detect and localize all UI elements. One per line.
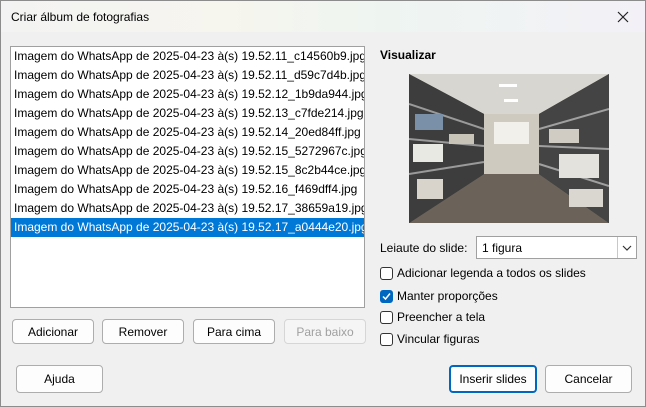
- file-list-item[interactable]: Imagem do WhatsApp de 2025-04-23 à(s) 19…: [11, 85, 364, 104]
- file-list-item[interactable]: Imagem do WhatsApp de 2025-04-23 à(s) 19…: [11, 66, 364, 85]
- preview-heading: Visualizar: [380, 48, 436, 62]
- caption-label: Adicionar legenda a todos os slides: [397, 266, 586, 280]
- close-button[interactable]: [609, 7, 637, 27]
- link-pictures-checkbox-row[interactable]: Vincular figuras: [380, 331, 480, 347]
- file-list[interactable]: Imagem do WhatsApp de 2025-04-23 à(s) 19…: [10, 46, 365, 308]
- dialog-title: Criar álbum de fotografias: [11, 10, 150, 24]
- caption-checkbox-row[interactable]: Adicionar legenda a todos os slides: [380, 265, 586, 281]
- move-down-button[interactable]: Para baixo: [284, 319, 366, 344]
- file-list-item[interactable]: Imagem do WhatsApp de 2025-04-23 à(s) 19…: [11, 199, 364, 218]
- remove-button[interactable]: Remover: [102, 319, 184, 344]
- title-bar: Criar álbum de fotografias: [1, 1, 645, 32]
- chevron-down-icon[interactable]: [617, 237, 636, 258]
- insert-slides-button[interactable]: Inserir slides: [449, 365, 537, 393]
- file-list-item[interactable]: Imagem do WhatsApp de 2025-04-23 à(s) 19…: [11, 104, 364, 123]
- fill-screen-label: Preencher a tela: [397, 310, 486, 324]
- warehouse-aisle-photo: [409, 74, 609, 223]
- keep-ratio-label: Manter proporções: [397, 289, 498, 303]
- link-pictures-checkbox[interactable]: [380, 332, 393, 346]
- fill-screen-checkbox[interactable]: [380, 310, 393, 324]
- add-button[interactable]: Adicionar: [12, 319, 94, 344]
- file-list-item[interactable]: Imagem do WhatsApp de 2025-04-23 à(s) 19…: [11, 180, 364, 199]
- preview-image: [409, 74, 609, 223]
- caption-checkbox[interactable]: [380, 266, 393, 280]
- checkmark-icon: [382, 292, 391, 300]
- link-pictures-label: Vincular figuras: [397, 332, 480, 346]
- move-up-button[interactable]: Para cima: [193, 319, 275, 344]
- file-list-item[interactable]: Imagem do WhatsApp de 2025-04-23 à(s) 19…: [11, 47, 364, 66]
- slide-layout-label: Leiaute do slide:: [380, 241, 468, 255]
- slide-layout-select[interactable]: 1 figura: [476, 236, 637, 259]
- file-list-item[interactable]: Imagem do WhatsApp de 2025-04-23 à(s) 19…: [11, 218, 364, 237]
- help-button[interactable]: Ajuda: [16, 365, 103, 393]
- keep-ratio-checkbox-row[interactable]: Manter proporções: [380, 288, 498, 304]
- slide-layout-value: 1 figura: [482, 241, 523, 255]
- file-list-item[interactable]: Imagem do WhatsApp de 2025-04-23 à(s) 19…: [11, 161, 364, 180]
- create-photo-album-dialog: Criar álbum de fotografias Imagem do Wha…: [0, 0, 646, 407]
- file-list-item[interactable]: Imagem do WhatsApp de 2025-04-23 à(s) 19…: [11, 123, 364, 142]
- fill-screen-checkbox-row[interactable]: Preencher a tela: [380, 309, 485, 325]
- keep-ratio-checkbox[interactable]: [380, 289, 393, 303]
- file-list-item[interactable]: Imagem do WhatsApp de 2025-04-23 à(s) 19…: [11, 142, 364, 161]
- cancel-button[interactable]: Cancelar: [545, 365, 632, 393]
- close-icon: [617, 11, 629, 23]
